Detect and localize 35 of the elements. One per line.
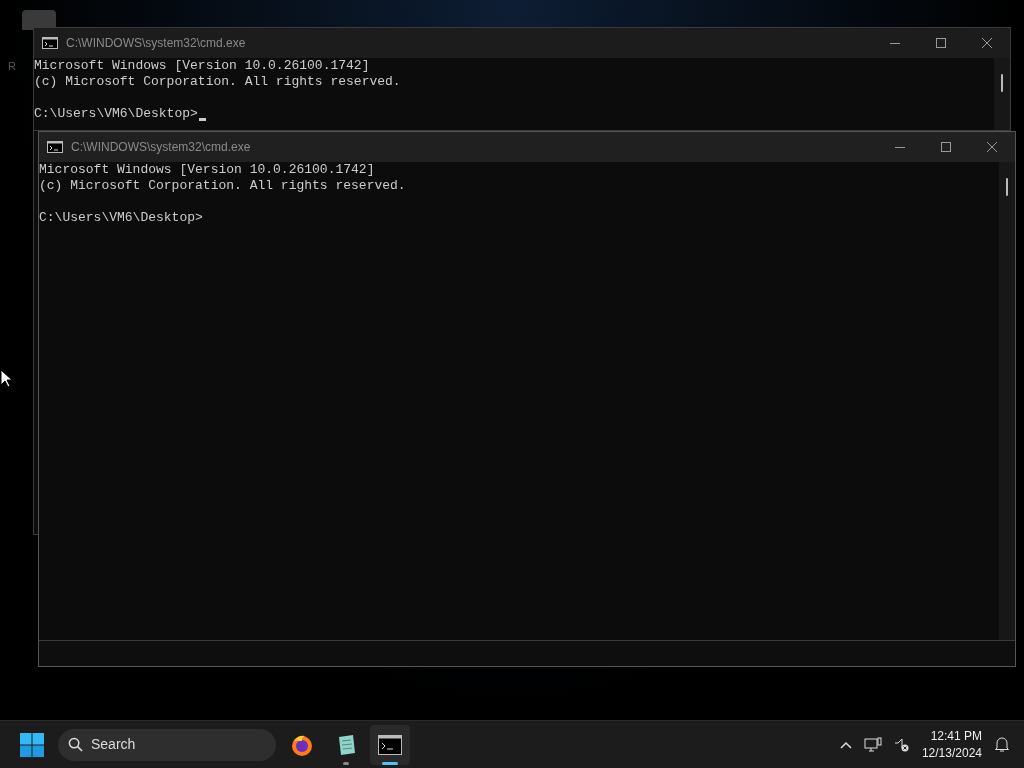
minimize-icon bbox=[895, 146, 905, 148]
search-input[interactable]: Search bbox=[91, 734, 241, 755]
console-line: (c) Microsoft Corporation. All rights reserved. bbox=[34, 74, 401, 90]
chevron-up-icon[interactable] bbox=[839, 740, 852, 749]
clock-date[interactable]: 12/13/2024 bbox=[921, 744, 982, 762]
maximize-icon bbox=[936, 38, 946, 48]
minimize-icon bbox=[890, 42, 900, 44]
search-field[interactable]: Search bbox=[58, 728, 276, 761]
taskbar-app[interactable] bbox=[370, 724, 410, 765]
search-icon bbox=[68, 737, 83, 752]
console-icon bbox=[42, 37, 58, 49]
mouse-pointer-icon bbox=[0, 369, 12, 388]
maximize-icon bbox=[941, 142, 951, 152]
window-title: C:\WINDOWS\system32\cmd.exe bbox=[66, 35, 246, 52]
speaker-muted-icon[interactable] bbox=[893, 737, 910, 752]
start-button[interactable] bbox=[18, 730, 46, 759]
running-indicator bbox=[382, 761, 398, 765]
scrollbar-thumb[interactable] bbox=[1001, 74, 1003, 92]
console-icon bbox=[47, 141, 63, 153]
network-icon[interactable] bbox=[863, 736, 882, 753]
running-indicator bbox=[343, 761, 349, 765]
console-icon bbox=[378, 734, 402, 755]
console-prompt: C:\Users\VM6\Desktop> bbox=[39, 210, 203, 226]
bell-icon[interactable] bbox=[994, 736, 1010, 753]
console-prompt: C:\Users\VM6\Desktop> bbox=[34, 106, 198, 122]
console-line: Microsoft Windows [Version 10.0.26100.1742] bbox=[39, 162, 375, 178]
window-title: C:\WINDOWS\system32\cmd.exe bbox=[71, 139, 251, 156]
clock-time[interactable]: 12:41 PM bbox=[930, 727, 982, 745]
console-line: (c) Microsoft Corporation. All rights reserved. bbox=[39, 178, 406, 194]
console-line: Microsoft Windows [Version 10.0.26100.1742] bbox=[34, 58, 370, 74]
windows-logo-icon bbox=[20, 732, 44, 757]
close-icon bbox=[987, 142, 997, 152]
desktop-icon-label: R bbox=[8, 59, 16, 74]
scrollbar-thumb[interactable] bbox=[1006, 178, 1008, 196]
close-icon bbox=[982, 38, 992, 48]
